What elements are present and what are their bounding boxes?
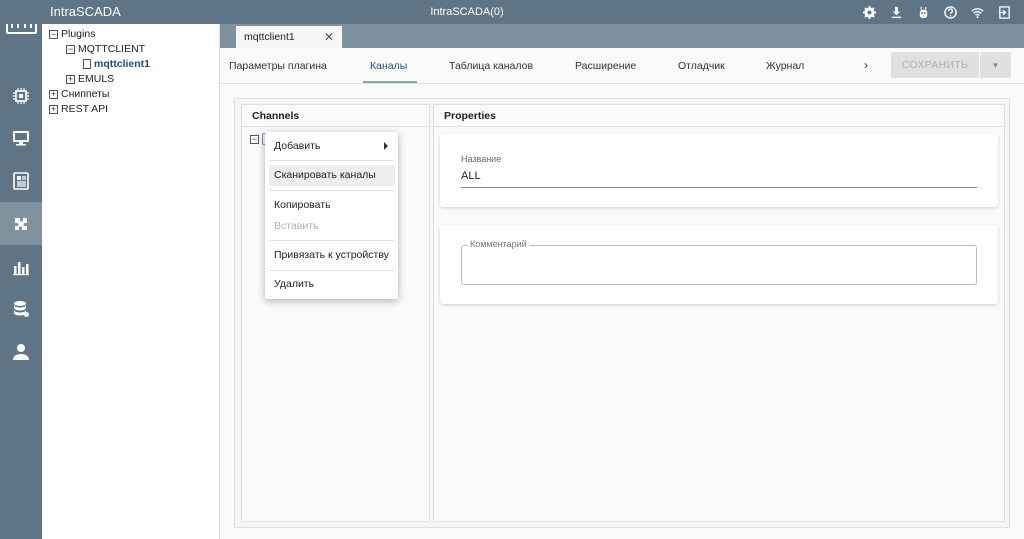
collapse-icon[interactable]: − (66, 44, 75, 54)
section-tabs: Параметры плагина Каналы Таблица каналов… (220, 48, 1024, 84)
plugin-icon (15, 217, 27, 230)
tab-plugin-params[interactable]: Параметры плагина (229, 60, 327, 72)
menu-item-delete[interactable]: Удалить (274, 278, 314, 290)
tab-channel-table[interactable]: Таблица каналов (449, 60, 533, 72)
expand-icon[interactable]: + (66, 74, 75, 84)
submenu-arrow-icon (384, 142, 388, 150)
plugin-tree: − Plugins − MQTTCLIENT mqttclient1 + EMU… (42, 24, 220, 539)
menu-item-copy[interactable]: Копировать (274, 199, 331, 211)
rail-monitor[interactable] (0, 116, 42, 159)
properties-title: Properties (434, 105, 1004, 127)
doc-tab-mqttclient1[interactable]: mqttclient1 ✕ (236, 26, 342, 48)
tree-node-plugins[interactable]: − Plugins (49, 28, 95, 40)
expand-icon[interactable]: + (49, 89, 58, 99)
rail-database[interactable] (0, 287, 42, 330)
tree-node-snippets[interactable]: + Сниппеты (49, 88, 109, 100)
menu-divider (269, 160, 394, 161)
tab-debugger[interactable]: Отладчик (678, 60, 725, 72)
tree-label: Сниппеты (61, 88, 110, 100)
rail-charts[interactable] (0, 245, 42, 288)
rail-report[interactable] (0, 159, 42, 202)
left-rail (0, 0, 42, 539)
rail-plugins[interactable] (0, 202, 42, 245)
menu-item-bind-device[interactable]: Привязать к устройству (274, 249, 389, 261)
collapse-icon[interactable]: − (250, 134, 259, 144)
logout-icon (998, 5, 1010, 19)
tree-node-mqttclient[interactable]: − MQTTCLIENT (66, 43, 145, 55)
wifi-icon (971, 7, 984, 18)
help-icon (944, 5, 957, 19)
file-icon (83, 59, 91, 69)
tree-node-emuls[interactable]: + EMULS (66, 73, 114, 85)
tree-label: MQTTCLIENT (78, 43, 146, 55)
menu-item-label: Добавить (274, 140, 321, 152)
database-icon (14, 300, 29, 317)
doc-tab-label: mqttclient1 (244, 31, 295, 43)
help-button[interactable] (937, 0, 964, 24)
menu-item-paste: Вставить (274, 220, 319, 232)
report-icon (13, 171, 29, 190)
chevron-right-icon[interactable]: › (864, 58, 868, 72)
settings-button[interactable] (856, 0, 883, 24)
rail-user[interactable] (0, 330, 42, 373)
save-button[interactable]: СОХРАНИТЬ (891, 52, 979, 78)
channels-title: Channels (242, 105, 429, 127)
chevron-down-icon: ▼ (991, 60, 1000, 70)
tree-label: Plugins (61, 28, 96, 40)
tree-node-rest-api[interactable]: + REST API (49, 103, 108, 115)
topbar-icons (856, 0, 1018, 24)
properties-panel: Properties Название ALL Комментарий (433, 104, 1005, 522)
menu-item-add[interactable]: Добавить (274, 140, 389, 152)
name-label: Название (461, 154, 502, 164)
tab-channels[interactable]: Каналы (370, 60, 407, 72)
tab-log[interactable]: Журнал (766, 60, 804, 72)
user-icon (13, 343, 29, 360)
logout-button[interactable] (991, 0, 1018, 24)
document-tabs: mqttclient1 ✕ (220, 24, 1024, 48)
top-bar: IntraSCADA IntraSCADA(0) (0, 0, 1024, 24)
download-icon (891, 6, 902, 18)
comment-label: Комментарий (468, 239, 529, 249)
gear-icon (863, 5, 876, 19)
rail-cpu[interactable] (0, 74, 42, 117)
active-tab-indicator (363, 81, 417, 83)
chart-icon (13, 261, 29, 275)
name-card: Название ALL (440, 134, 998, 207)
comment-field[interactable] (461, 245, 977, 285)
monitor-icon (13, 130, 29, 145)
wifi-button[interactable] (964, 0, 991, 24)
tree-label: mqttclient1 (94, 58, 151, 70)
tree-label: REST API (61, 103, 109, 115)
menu-divider (269, 270, 394, 271)
context-menu: Добавить Сканировать каналы Копировать В… (265, 132, 398, 299)
tree-node-mqttclient1[interactable]: mqttclient1 (83, 58, 150, 70)
name-field[interactable]: ALL (461, 170, 977, 188)
window-title: IntraSCADA(0) (430, 6, 504, 18)
robot-button[interactable] (910, 0, 937, 24)
menu-divider (269, 240, 394, 241)
menu-item-scan[interactable]: Сканировать каналы (274, 169, 376, 181)
tab-extension[interactable]: Расширение (575, 60, 636, 72)
comment-card: Комментарий (440, 225, 998, 304)
cpu-icon (13, 87, 29, 104)
download-button[interactable] (883, 0, 910, 24)
save-dropdown-button[interactable]: ▼ (980, 52, 1011, 78)
collapse-icon[interactable]: − (49, 29, 58, 39)
expand-icon[interactable]: + (49, 104, 58, 114)
tree-label: EMULS (78, 73, 115, 85)
menu-divider (269, 190, 394, 191)
robot-icon (919, 6, 928, 18)
close-icon[interactable]: ✕ (324, 30, 334, 44)
